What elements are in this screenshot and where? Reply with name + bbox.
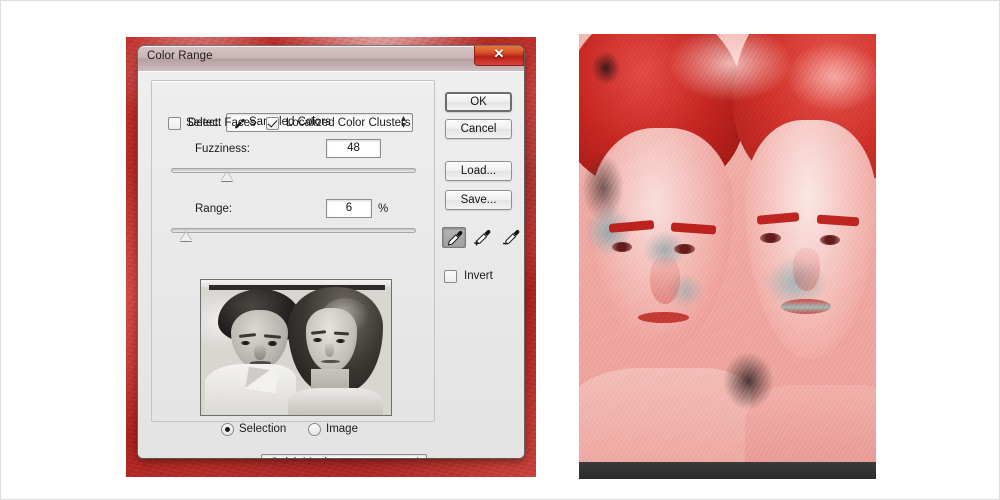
right-photo-grain [579, 34, 876, 462]
eyedropper-minus-icon [503, 229, 520, 245]
dialog-body: Select: Sampled Colors ▴ ▾ Detect Faces L… [138, 71, 524, 458]
range-input[interactable]: 6 [326, 199, 372, 218]
photo-grain [201, 280, 391, 415]
save-button[interactable]: Save... [445, 190, 512, 210]
selection-preview-thumbnail[interactable] [200, 279, 392, 416]
fuzziness-slider-thumb[interactable] [221, 172, 234, 181]
fuzziness-input[interactable]: 48 [326, 139, 381, 158]
range-slider-thumb[interactable] [179, 232, 192, 241]
eyedropper-tool-button[interactable] [442, 227, 466, 248]
radio-selection-label: Selection [239, 423, 287, 435]
load-button[interactable]: Load... [445, 161, 512, 181]
close-icon: ✕ [493, 46, 505, 61]
color-range-dialog: Color Range ✕ Select: Sampled Colors ▴ ▾ … [138, 46, 524, 458]
localized-color-clusters-label: Localized Color Clusters [286, 117, 411, 129]
fuzziness-label: Fuzziness: [195, 143, 250, 155]
close-button[interactable]: ✕ [474, 46, 524, 66]
radio-selection[interactable] [221, 423, 234, 436]
eyedropper-icon [447, 230, 463, 246]
selection-preview-dropdown[interactable]: Quick Mask ▴▾ [261, 454, 427, 458]
eyedropper-add-tool-button[interactable] [471, 227, 495, 248]
eyedropper-plus-icon [474, 229, 491, 246]
right-photo-bottom-bar [579, 462, 876, 479]
thumbnail-photo [201, 280, 391, 415]
dialog-title: Color Range [147, 50, 213, 62]
screenshot-canvas: Color Range ✕ Select: Sampled Colors ▴ ▾ … [0, 0, 1000, 500]
cancel-button[interactable]: Cancel [445, 119, 512, 139]
eyedropper-subtract-tool-button[interactable] [500, 227, 524, 248]
ok-button[interactable]: OK [445, 92, 512, 112]
localized-color-clusters-checkbox[interactable] [266, 117, 279, 130]
selection-preview-value: Quick Mask [270, 457, 330, 458]
radio-image-label: Image [326, 423, 358, 435]
right-document-image [579, 34, 876, 479]
invert-label: Invert [464, 270, 493, 282]
detect-faces-checkbox[interactable] [168, 117, 181, 130]
dialog-title-bar[interactable]: Color Range ✕ [138, 46, 524, 72]
quick-mask-overlay-right [579, 34, 876, 462]
range-slider-track[interactable] [171, 228, 416, 233]
fuzziness-slider-track[interactable] [171, 168, 416, 173]
detect-faces-label: Detect Faces [188, 117, 256, 129]
range-unit-label: % [378, 203, 389, 215]
invert-checkbox[interactable] [444, 270, 457, 283]
chevron-updown-icon-2: ▴▾ [415, 455, 420, 459]
range-label: Range: [195, 203, 233, 215]
radio-image[interactable] [308, 423, 321, 436]
